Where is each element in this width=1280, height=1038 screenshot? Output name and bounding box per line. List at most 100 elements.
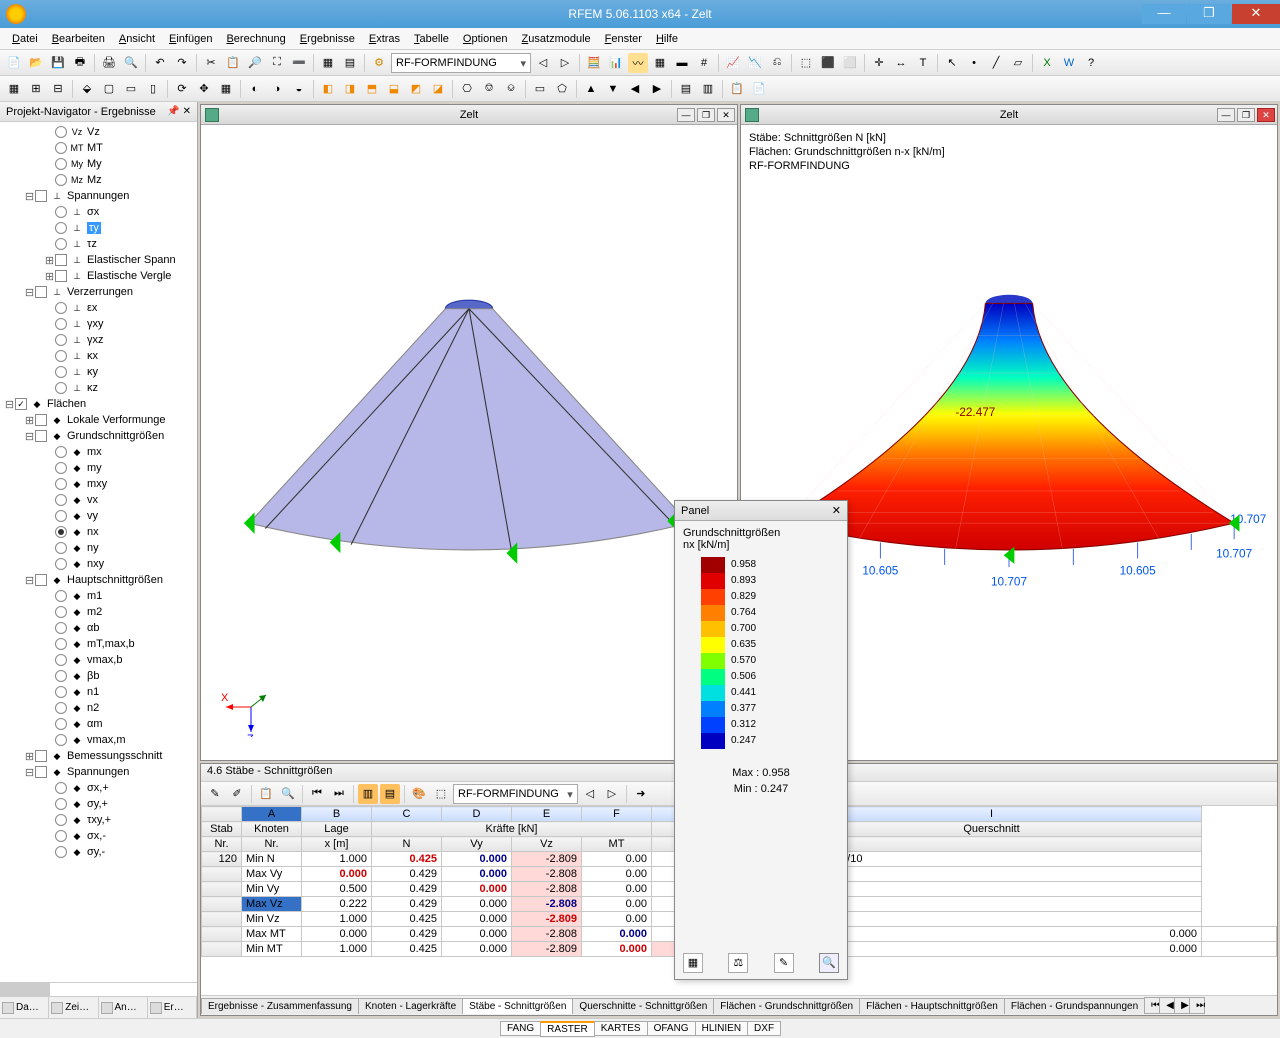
grid-tab-nav[interactable]: ⏭ (1189, 997, 1205, 1014)
tree-item[interactable]: ◆αm (0, 716, 197, 732)
nav-tab[interactable]: Zei… (49, 997, 98, 1018)
canvas-left[interactable]: XZ (201, 125, 737, 760)
tree-item[interactable]: ◆n1 (0, 684, 197, 700)
grid-tab-nav[interactable]: ⏮ (1144, 997, 1160, 1014)
tree-item[interactable]: ◆nxy (0, 556, 197, 572)
zoom-fit-icon[interactable]: ⛶ (267, 53, 287, 73)
tree-item[interactable]: VzVz (0, 124, 197, 140)
t2-j-icon[interactable]: ▶ (647, 79, 667, 99)
legend-icon[interactable]: ▥ (698, 79, 718, 99)
tree-item[interactable]: ◆my (0, 460, 197, 476)
zoom-out-icon[interactable]: ➖ (289, 53, 309, 73)
tree-item[interactable]: ◆n2 (0, 700, 197, 716)
values-icon[interactable]: # (694, 53, 714, 73)
preview-icon[interactable]: 🔍 (121, 53, 141, 73)
tree-item[interactable]: ◆vmax,m (0, 732, 197, 748)
select-rect-icon[interactable]: ▭ (530, 79, 550, 99)
tool-c-icon[interactable]: ⬜ (840, 53, 860, 73)
grid-tab[interactable]: Querschnitte - Schnittgrößen (572, 998, 714, 1014)
tb-colors-icon[interactable]: 🎨 (409, 784, 429, 804)
view-max-icon[interactable]: ❐ (1237, 108, 1255, 122)
view-side-icon[interactable]: ▯ (143, 79, 163, 99)
tree-item[interactable]: ⊥κz (0, 380, 197, 396)
t2-3-icon[interactable]: ⊟ (48, 79, 68, 99)
tree-item[interactable]: ⊞⊥Elastischer Spann (0, 252, 197, 268)
view-front-icon[interactable]: ▭ (121, 79, 141, 99)
tb-edit2-icon[interactable]: ✐ (227, 784, 247, 804)
pointer-icon[interactable]: ↖ (942, 53, 962, 73)
module-icon[interactable]: ⚙ (369, 53, 389, 73)
menu-berechnung[interactable]: Berechnung (220, 31, 291, 47)
tree-item[interactable]: ⊟◆Hauptschnittgrößen (0, 572, 197, 588)
t2-g-icon[interactable]: ▲ (581, 79, 601, 99)
tb-filt1-icon[interactable]: ▥ (358, 784, 378, 804)
tree-item[interactable]: ◆mx (0, 444, 197, 460)
view-min-icon[interactable]: — (1217, 108, 1235, 122)
table-module-combo[interactable]: RF-FORMFINDUNG (453, 784, 578, 804)
tree-item[interactable]: ⊟⊥Verzerrungen (0, 284, 197, 300)
t2-1-icon[interactable]: ▦ (4, 79, 24, 99)
tree-item[interactable]: ◆σx,+ (0, 780, 197, 796)
nav-tab[interactable]: Er… (148, 997, 197, 1018)
t2-2-icon[interactable]: ⊞ (26, 79, 46, 99)
mesh-icon[interactable]: ▦ (650, 53, 670, 73)
nav-tab[interactable]: An… (99, 997, 148, 1018)
results-panel[interactable]: Panel ✕ Grundschnittgrößen nx [kN/m] 0.9… (674, 500, 848, 980)
tb-first-icon[interactable]: ⏮ (307, 784, 327, 804)
navigator-tabs[interactable]: Da…Zei…An…Er… (0, 996, 197, 1018)
tb-copy-icon[interactable]: 📋 (256, 784, 276, 804)
tb-export-icon[interactable]: ⬚ (431, 784, 451, 804)
report-icon[interactable]: 📋 (727, 79, 747, 99)
t2-i-icon[interactable]: ◀ (625, 79, 645, 99)
tree-item[interactable]: ⊥γxy (0, 316, 197, 332)
h-scrollbar[interactable] (0, 982, 197, 996)
status-ofang[interactable]: OFANG (647, 1021, 696, 1036)
tb-next-icon[interactable]: ▷ (602, 784, 622, 804)
tree-item[interactable]: ◆m1 (0, 588, 197, 604)
deform-icon[interactable]: 〰 (628, 53, 648, 73)
t2-a-icon[interactable]: ◐ (245, 79, 265, 99)
pin-icon[interactable]: 📌 ✕ (167, 106, 191, 117)
node-icon[interactable]: • (964, 53, 984, 73)
cube2-icon[interactable]: ◨ (340, 79, 360, 99)
tree-item[interactable]: ◆mT,max,b (0, 636, 197, 652)
menu-hilfe[interactable]: Hilfe (650, 31, 684, 47)
tree-item[interactable]: ⊞⊥Elastische Vergle (0, 268, 197, 284)
tree-item[interactable]: MzMz (0, 172, 197, 188)
tree-item[interactable]: ◆σy,+ (0, 796, 197, 812)
tree-item[interactable]: ◆vx (0, 492, 197, 508)
panel-icon[interactable]: ▤ (676, 79, 696, 99)
tb-edit-icon[interactable]: ✎ (205, 784, 225, 804)
diag2-icon[interactable]: 📉 (745, 53, 765, 73)
view-close-icon[interactable]: ✕ (717, 108, 735, 122)
print-icon[interactable]: 🖨 (99, 53, 119, 73)
grid-tab[interactable]: Flächen - Grundspannungen (1004, 998, 1145, 1014)
pan-icon[interactable]: ✥ (194, 79, 214, 99)
panel-tool3-icon[interactable]: ✎ (774, 953, 794, 973)
nav-tab[interactable]: Da… (0, 997, 49, 1018)
redo-icon[interactable]: ↷ (172, 53, 192, 73)
undo-icon[interactable]: ↶ (150, 53, 170, 73)
nav-next-icon[interactable]: ▷ (555, 53, 575, 73)
nav-prev-icon[interactable]: ◁ (533, 53, 553, 73)
tree-item[interactable]: ⊥κy (0, 364, 197, 380)
tb-go-icon[interactable]: ➜ (631, 784, 651, 804)
tree-item[interactable]: ⊟◆Flächen (0, 396, 197, 412)
menu-tabelle[interactable]: Tabelle (408, 31, 455, 47)
tree-item[interactable]: ⊥τy (0, 220, 197, 236)
tree-item[interactable]: ◆vy (0, 508, 197, 524)
save-icon[interactable]: 💾 (48, 53, 68, 73)
text-icon[interactable]: T (913, 53, 933, 73)
menu-ergebnisse[interactable]: Ergebnisse (294, 31, 361, 47)
tree-item[interactable]: ⊞◆Lokale Verformunge (0, 412, 197, 428)
tree-item[interactable]: ◆σx,- (0, 828, 197, 844)
tree-item[interactable]: ◆τxy,+ (0, 812, 197, 828)
cube3-icon[interactable]: ⬒ (362, 79, 382, 99)
grid-tab[interactable]: Flächen - Grundschnittgrößen (713, 998, 860, 1014)
cube6-icon[interactable]: ◪ (428, 79, 448, 99)
menu-extras[interactable]: Extras (363, 31, 406, 47)
tree-item[interactable]: ◆m2 (0, 604, 197, 620)
table-tabs[interactable]: Ergebnisse - ZusammenfassungKnoten - Lag… (201, 995, 1277, 1015)
tree-item[interactable]: ⊟◆Grundschnittgrößen (0, 428, 197, 444)
panel-tool2-icon[interactable]: ⚖ (728, 953, 748, 973)
